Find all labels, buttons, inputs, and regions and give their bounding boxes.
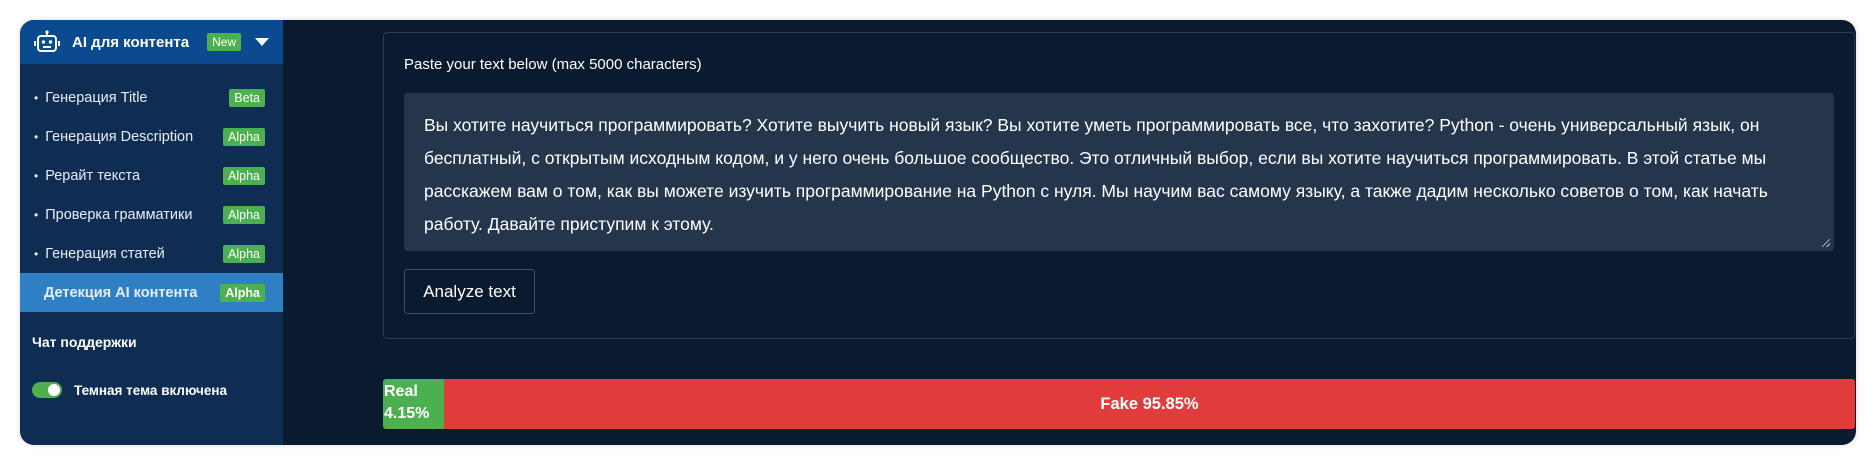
stage-badge: Alpha	[223, 127, 265, 146]
result-bar: Real 4.15% Fake 95.85%	[383, 379, 1855, 429]
dark-theme-label: Темная тема включена	[74, 382, 228, 398]
chevron-down-icon[interactable]	[255, 38, 270, 46]
sidebar-item-label: Генерация Description	[45, 128, 194, 145]
stage-badge: Alpha	[220, 283, 265, 302]
sidebar-menu: • Генерация Title Beta • Генерация Descr…	[20, 78, 283, 312]
new-badge: New	[207, 33, 242, 51]
support-chat-link[interactable]: Чат поддержки	[20, 334, 283, 350]
bullet-icon: •	[34, 168, 39, 183]
stage-badge: Alpha	[223, 244, 265, 263]
fake-percent: Fake 95.85%	[1100, 394, 1199, 413]
sidebar-item-grammar-check[interactable]: • Проверка грамматики Alpha	[20, 195, 283, 234]
bullet-icon: •	[34, 207, 39, 222]
bullet-icon: •	[34, 90, 39, 105]
text-input-value: Вы хотите научиться программировать? Хот…	[424, 115, 1768, 234]
resize-handle-icon[interactable]	[1822, 239, 1830, 247]
robot-icon	[34, 30, 60, 52]
dark-theme-toggle[interactable]	[32, 382, 62, 398]
fake-segment: Fake 95.85%	[444, 379, 1855, 429]
real-label: Real	[384, 383, 418, 400]
text-input-area[interactable]: Вы хотите научиться программировать? Хот…	[404, 93, 1834, 251]
sidebar: AI для контента New • Генерация Title Be…	[20, 20, 283, 445]
text-input-card: Paste your text below (max 5000 characte…	[383, 32, 1855, 339]
app-frame: AI для контента New • Генерация Title Be…	[20, 20, 1856, 445]
sidebar-item-label: Проверка грамматики	[45, 206, 193, 223]
sidebar-item-ai-detection[interactable]: Детекция AI контента Alpha	[20, 273, 283, 312]
input-label: Paste your text below (max 5000 characte…	[404, 56, 702, 73]
dark-theme-row: Темная тема включена	[20, 382, 283, 398]
bullet-icon: •	[34, 246, 39, 261]
sidebar-item-article-generation[interactable]: • Генерация статей Alpha	[20, 234, 283, 273]
bullet-icon: •	[34, 129, 39, 144]
stage-badge: Alpha	[223, 205, 265, 224]
sidebar-header-ai-content[interactable]: AI для контента New	[20, 20, 283, 64]
sidebar-item-label: Рерайт текста	[45, 167, 141, 184]
real-segment: Real 4.15%	[383, 379, 444, 429]
stage-badge: Alpha	[223, 166, 265, 185]
sidebar-item-label: Генерация Title	[45, 89, 148, 106]
sidebar-header-title: AI для контента	[72, 33, 190, 51]
analyze-text-button[interactable]: Analyze text	[404, 269, 535, 314]
sidebar-item-description-generation[interactable]: • Генерация Description Alpha	[20, 117, 283, 156]
real-percent: 4.15%	[384, 405, 430, 422]
sidebar-item-label: Генерация статей	[45, 245, 165, 262]
stage-badge: Beta	[229, 88, 265, 107]
sidebar-item-label: Детекция AI контента	[44, 284, 198, 301]
sidebar-item-text-rewrite[interactable]: • Рерайт текста Alpha	[20, 156, 283, 195]
sidebar-item-title-generation[interactable]: • Генерация Title Beta	[20, 78, 283, 117]
